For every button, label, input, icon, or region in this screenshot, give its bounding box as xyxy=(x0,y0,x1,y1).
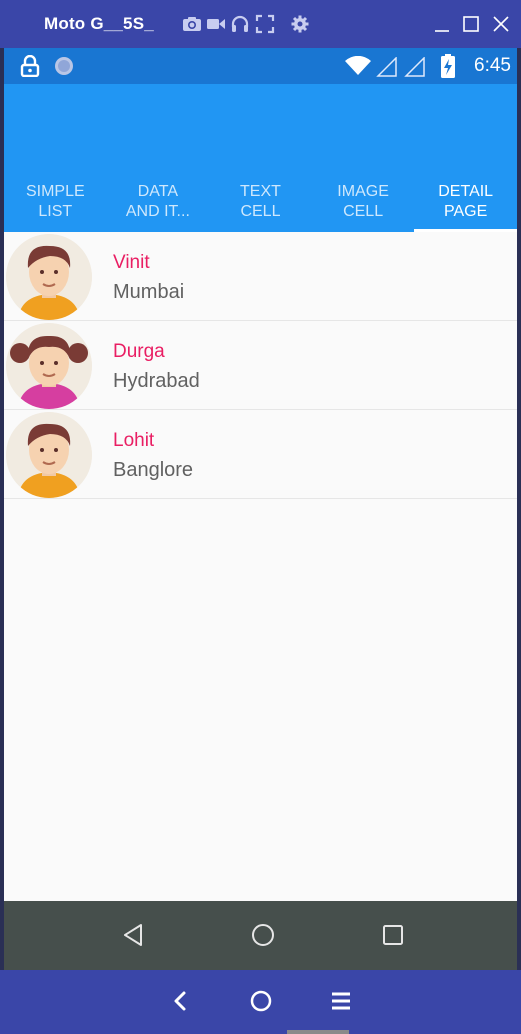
emulator-title-bar: Moto G__5S_ xyxy=(0,0,521,48)
person-name: Vinit xyxy=(113,252,150,273)
people-list: Vinit Mumbai Durga Hydrabad Lohit Banglo… xyxy=(4,232,517,499)
home-circle-icon[interactable] xyxy=(248,988,274,1014)
emulator-title: Moto G__5S_ xyxy=(44,14,154,33)
resize-handle[interactable] xyxy=(287,1030,349,1034)
tab-label: TEXT CELL xyxy=(240,183,281,220)
battery-icon xyxy=(441,54,455,78)
minimize-icon[interactable] xyxy=(430,12,454,36)
list-item[interactable]: Vinit Mumbai xyxy=(4,232,517,321)
tab-detail-page[interactable]: DETAIL PAGE xyxy=(414,176,517,232)
person-city: Banglore xyxy=(113,459,194,481)
signal-icon xyxy=(376,57,397,77)
tab-bar: SIMPLE LIST DATA AND IT... TEXT CELL IMAGE C… xyxy=(4,176,517,232)
wifi-icon xyxy=(345,56,371,75)
tab-label: DETAIL PAGE xyxy=(438,183,494,220)
girl-avatar-icon xyxy=(6,323,92,409)
list-item[interactable]: Lohit Banglore xyxy=(4,410,517,499)
android-nav-bar xyxy=(4,901,517,970)
person-name: Lohit xyxy=(113,430,155,451)
signal-icon xyxy=(404,57,425,77)
person-city: Mumbai xyxy=(113,281,185,303)
person-name: Durga xyxy=(113,341,165,362)
list-item[interactable]: Durga Hydrabad xyxy=(4,321,517,410)
recents-square-icon[interactable] xyxy=(379,921,407,949)
tab-label: IMAGE CELL xyxy=(337,183,389,220)
home-circle-icon[interactable] xyxy=(249,921,277,949)
tab-data-and-items[interactable]: DATA AND IT... xyxy=(107,176,210,232)
settings-icon[interactable] xyxy=(290,14,310,34)
headphones-icon[interactable] xyxy=(230,14,250,34)
emulator-right-edge xyxy=(517,48,521,970)
maximize-icon[interactable] xyxy=(459,12,483,36)
menu-icon[interactable] xyxy=(328,988,354,1014)
boy-avatar-icon xyxy=(6,412,92,498)
tab-image-cell[interactable]: IMAGE CELL xyxy=(312,176,415,232)
back-triangle-icon[interactable] xyxy=(120,921,148,949)
device-screen: 6:45 SIMPLE LIST DATA AND IT... TEXT CELL xyxy=(4,48,517,970)
sync-icon xyxy=(55,57,73,75)
tab-simple-list[interactable]: SIMPLE LIST xyxy=(4,176,107,232)
tab-text-cell[interactable]: TEXT CELL xyxy=(209,176,312,232)
camera-icon[interactable] xyxy=(182,14,202,34)
person-city: Hydrabad xyxy=(113,370,200,392)
fullscreen-icon[interactable] xyxy=(255,14,275,34)
tab-label: DATA AND IT... xyxy=(125,183,190,220)
app-bar: SIMPLE LIST DATA AND IT... TEXT CELL IMAGE C… xyxy=(4,84,517,232)
close-icon[interactable] xyxy=(489,12,513,36)
lock-icon xyxy=(20,55,40,77)
back-chevron-icon[interactable] xyxy=(168,988,194,1014)
status-bar: 6:45 xyxy=(4,48,517,84)
video-icon[interactable] xyxy=(206,14,226,34)
status-time: 6:45 xyxy=(474,55,511,76)
boy-avatar-icon xyxy=(6,234,92,320)
tab-label: SIMPLE LIST xyxy=(25,183,85,220)
emulator-bottom-bar xyxy=(0,970,521,1034)
